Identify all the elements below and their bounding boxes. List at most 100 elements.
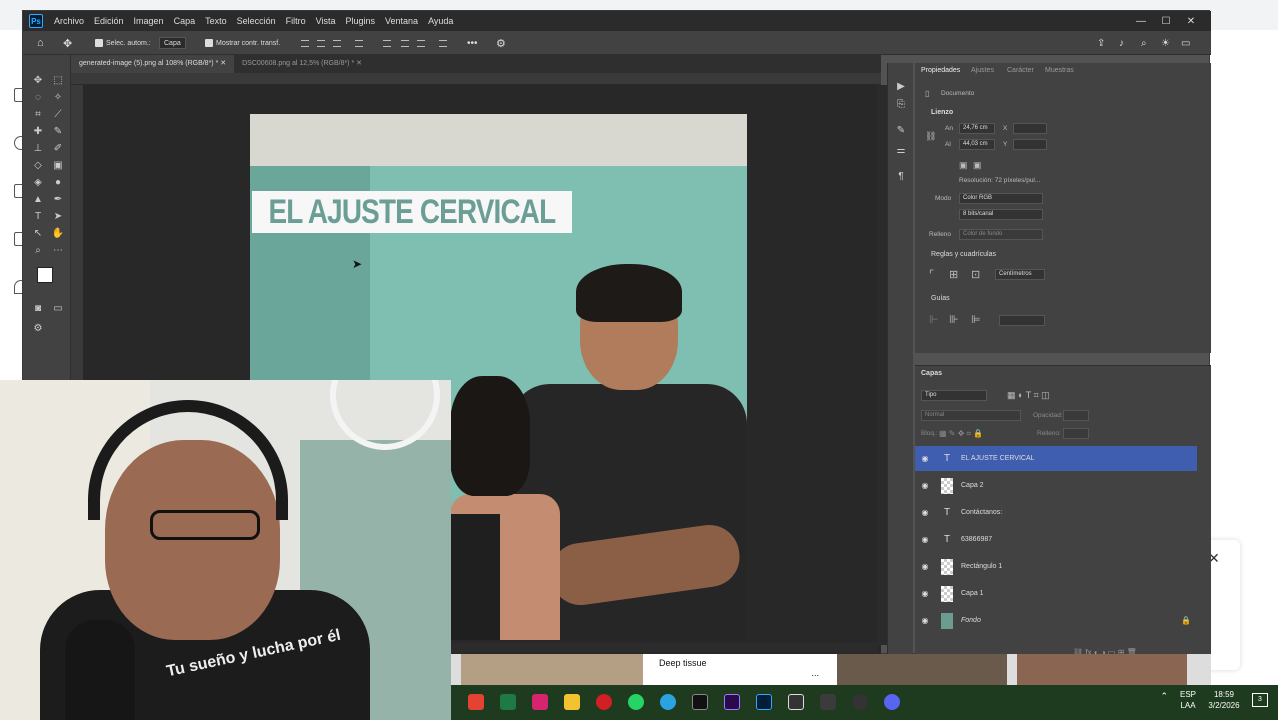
- telegram-icon[interactable]: [660, 694, 676, 710]
- tab-dsc00608[interactable]: DSC00608.png al 12,5% (RGB/8*) * ✕: [234, 55, 370, 73]
- align-right-icon[interactable]: [333, 40, 341, 47]
- align-left-icon[interactable]: [301, 40, 309, 47]
- brush-settings-icon[interactable]: ✎: [894, 123, 908, 137]
- more-tools-icon[interactable]: ⋯: [51, 243, 65, 257]
- visibility-eye-icon[interactable]: ◉: [915, 454, 935, 463]
- visibility-eye-icon[interactable]: ◉: [915, 616, 935, 625]
- discover-icon[interactable]: ☀: [1161, 36, 1170, 50]
- crop-icon[interactable]: ⌗: [31, 107, 45, 121]
- menu-vista[interactable]: Vista: [311, 16, 341, 26]
- title-banner[interactable]: EL AJUSTE CERVICAL: [252, 191, 572, 233]
- zoom-icon[interactable]: ⌕: [31, 243, 45, 257]
- guides-left-icon[interactable]: ⊩: [929, 313, 939, 326]
- menu-ayuda[interactable]: Ayuda: [423, 16, 458, 26]
- marquee-icon[interactable]: ⬚: [51, 73, 65, 87]
- foreground-color-swatch[interactable]: [37, 267, 53, 283]
- vertical-scrollbar[interactable]: [877, 85, 887, 645]
- workspace-icon[interactable]: ▭: [1181, 36, 1190, 50]
- bits-dropdown[interactable]: 8 bits/canal: [959, 209, 1043, 220]
- align-center-icon[interactable]: [317, 40, 325, 47]
- magic-wand-icon[interactable]: ✧: [51, 90, 65, 104]
- visibility-eye-icon[interactable]: ◉: [915, 508, 935, 517]
- tray-chevron-icon[interactable]: ⌃: [1160, 691, 1168, 702]
- direct-select-icon[interactable]: ↖: [31, 226, 45, 240]
- brush-icon[interactable]: ✎: [51, 124, 65, 138]
- paint-bucket-icon[interactable]: ◈: [31, 175, 45, 189]
- align-top-icon[interactable]: [355, 40, 363, 47]
- menu-edicion[interactable]: Edición: [89, 16, 129, 26]
- eraser-icon[interactable]: ◇: [31, 158, 45, 172]
- extras-icon[interactable]: ⚙: [31, 321, 45, 335]
- mode-dropdown[interactable]: Color RGB: [959, 193, 1043, 204]
- path-select-icon[interactable]: ➤: [51, 209, 65, 223]
- menu-imagen[interactable]: Imagen: [129, 16, 169, 26]
- link-icon[interactable]: ⛓: [925, 131, 936, 142]
- adjustments-icon[interactable]: ⚌: [894, 143, 908, 157]
- autoselect-checkbox[interactable]: Selec. autom.:: [95, 36, 151, 50]
- visibility-eye-icon[interactable]: ◉: [915, 562, 935, 571]
- width-field[interactable]: 24,76 cm: [959, 123, 995, 134]
- share-icon[interactable]: ⇪: [1097, 36, 1105, 50]
- distribute-h-icon[interactable]: [417, 40, 425, 47]
- layer-row[interactable]: ◉ T 63866987: [915, 527, 1197, 552]
- guide-style-dropdown[interactable]: [999, 315, 1045, 326]
- tab-propiedades[interactable]: Propiedades: [921, 67, 960, 74]
- thumbnail[interactable]: [1017, 654, 1187, 685]
- x-field[interactable]: [1013, 123, 1047, 134]
- lasso-icon[interactable]: ◌: [31, 90, 45, 104]
- layer-row[interactable]: ◉ T Contáctanos:: [915, 500, 1197, 525]
- opacity-field[interactable]: [1063, 410, 1089, 421]
- move-tool-icon[interactable]: ✥: [63, 36, 72, 50]
- tab-ajustes[interactable]: Ajustes: [971, 67, 994, 74]
- obs-icon[interactable]: [852, 694, 868, 710]
- menu-capa[interactable]: Capa: [169, 16, 201, 26]
- rulers-icon[interactable]: ⌜: [929, 268, 934, 281]
- guides-right-icon[interactable]: ⊫: [971, 313, 981, 326]
- height-field[interactable]: 44,03 cm: [959, 139, 995, 150]
- tab-muestras[interactable]: Muestras: [1045, 67, 1074, 74]
- excel-icon[interactable]: [500, 694, 516, 710]
- menu-seleccion[interactable]: Selección: [232, 16, 281, 26]
- units-dropdown[interactable]: Centímetros: [995, 269, 1045, 280]
- distribute-spacing-icon[interactable]: [439, 40, 447, 47]
- card-more[interactable]: ...: [811, 668, 819, 678]
- eyedropper-icon[interactable]: ⟋: [51, 107, 65, 121]
- minimize-icon[interactable]: —: [1129, 11, 1153, 31]
- history-brush-icon[interactable]: ✐: [51, 141, 65, 155]
- history-icon[interactable]: ⎘: [894, 97, 908, 111]
- menu-filtro[interactable]: Filtro: [281, 16, 311, 26]
- clock[interactable]: 18:59 3/2/2026: [1202, 689, 1246, 711]
- tab-close-icon[interactable]: ✕: [220, 60, 226, 67]
- guides-section[interactable]: Guías: [931, 295, 950, 302]
- lock-icons[interactable]: ▦ ✎ ✥ ⌗ 🔒: [939, 429, 983, 439]
- distribute-icon[interactable]: [383, 40, 391, 47]
- grid-icon[interactable]: ⊞: [949, 268, 958, 281]
- thumbnail[interactable]: [461, 654, 643, 685]
- thumbnail[interactable]: [837, 654, 1007, 685]
- fill-dropdown[interactable]: Color de fondo: [959, 229, 1043, 240]
- premiere-icon[interactable]: [724, 694, 740, 710]
- landscape-icon[interactable]: ▣: [973, 160, 982, 171]
- search-icon[interactable]: ⌕: [1141, 36, 1147, 50]
- paragraph-icon[interactable]: ¶: [894, 169, 908, 183]
- screen-mode-icon[interactable]: ▭: [51, 301, 65, 315]
- tab-caracter[interactable]: Carácter: [1007, 67, 1034, 74]
- portrait-icon[interactable]: ▣: [959, 160, 968, 171]
- blur-icon[interactable]: ●: [51, 175, 65, 189]
- fill-field[interactable]: [1063, 428, 1089, 439]
- blend-mode-dropdown[interactable]: Normal: [921, 410, 1021, 421]
- pinterest-icon[interactable]: [596, 694, 612, 710]
- folder-icon[interactable]: [564, 694, 580, 710]
- menu-plugins[interactable]: Plugins: [341, 16, 381, 26]
- stamp-icon[interactable]: ⊥: [31, 141, 45, 155]
- dodge-icon[interactable]: ▲: [31, 192, 45, 206]
- home-icon[interactable]: ⌂: [37, 36, 44, 50]
- discord-icon[interactable]: [884, 694, 900, 710]
- photoshop-taskbar-icon[interactable]: [756, 694, 772, 710]
- app-icon[interactable]: [820, 694, 836, 710]
- menu-archivo[interactable]: Archivo: [49, 16, 89, 26]
- pen-icon[interactable]: ✒: [51, 192, 65, 206]
- visibility-eye-icon[interactable]: ◉: [915, 589, 935, 598]
- tab-close-icon[interactable]: ✕: [356, 60, 362, 67]
- instagram-icon[interactable]: [532, 694, 548, 710]
